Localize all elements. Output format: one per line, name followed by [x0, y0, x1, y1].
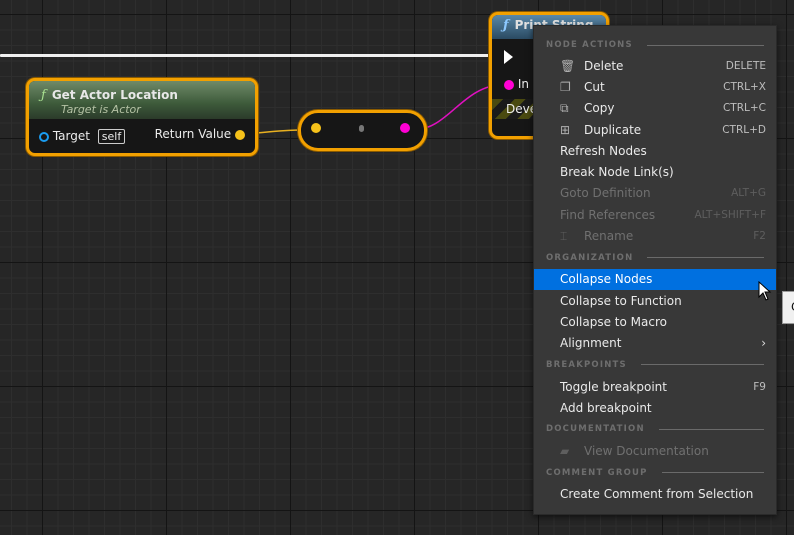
shortcut-label: CTRL+C	[722, 102, 766, 115]
menu-item-find-references[interactable]: Find References ALT+SHIFT+F	[534, 204, 776, 225]
shortcut-label: F9	[753, 380, 766, 393]
function-icon: ƒ	[41, 88, 46, 103]
menu-section-header: COMMENT GROUP	[534, 462, 776, 484]
menu-item-label: Toggle breakpoint	[560, 379, 667, 394]
divider	[640, 364, 764, 366]
vector-input-pin-icon[interactable]	[311, 123, 321, 133]
divider	[658, 428, 764, 430]
menu-item-label: Find References	[560, 207, 656, 222]
section-title: NODE ACTIONS	[546, 40, 633, 50]
menu-item-label: Duplicate	[584, 122, 642, 137]
object-pin-icon[interactable]	[39, 131, 49, 142]
menu-item-refresh-nodes[interactable]: Refresh Nodes	[534, 140, 776, 161]
cut-icon: ❐	[560, 79, 571, 94]
menu-item-label: Collapse Nodes	[560, 272, 653, 287]
section-title: ORGANIZATION	[546, 252, 634, 263]
conversion-dot-icon	[359, 125, 364, 132]
section-title: BREAKPOINTS	[546, 359, 627, 370]
menu-item-collapse-to-function[interactable]: Collapse to Function	[534, 290, 776, 311]
menu-section-header: DOCUMENTATION	[534, 418, 776, 440]
menu-item-collapse-nodes[interactable]: Collapse Nodes	[534, 268, 776, 290]
vector-pin-icon[interactable]	[235, 129, 245, 140]
menu-item-view-documentation[interactable]: ▰ View Documentation	[534, 440, 776, 461]
tooltip: C	[782, 291, 794, 324]
divider	[646, 44, 764, 46]
target-default-field[interactable]: self	[97, 129, 126, 144]
return-pin-row: Return Value	[155, 127, 245, 141]
menu-item-label: Delete	[584, 58, 624, 73]
menu-item-label: Add breakpoint	[560, 400, 652, 415]
copy-icon: ⧉	[560, 100, 569, 115]
function-icon: ƒ	[503, 18, 509, 33]
menu-item-label: Create Comment from Selection	[560, 487, 754, 502]
target-pin-row: Target self	[39, 129, 126, 144]
duplicate-icon: ⊞	[560, 122, 571, 137]
menu-item-label: Cut	[584, 79, 605, 94]
menu-item-label: Refresh Nodes	[560, 143, 647, 158]
string-pin-icon[interactable]	[504, 79, 514, 90]
menu-item-goto-definition[interactable]: Goto Definition ALT+G	[534, 183, 776, 204]
section-title: DOCUMENTATION	[546, 424, 645, 435]
menu-item-toggle-breakpoint[interactable]: Toggle breakpoint F9	[534, 376, 776, 397]
menu-item-delete[interactable]: 🗑 Delete DELETE	[534, 55, 776, 76]
shortcut-label: ALT+SHIFT+F	[694, 208, 766, 221]
menu-item-label: Alignment	[560, 336, 622, 351]
chevron-right-icon: ›	[761, 336, 766, 351]
shortcut-label: CTRL+D	[722, 123, 766, 136]
node-title: Get Actor Location	[51, 88, 178, 102]
menu-item-label: Copy	[584, 101, 615, 116]
shortcut-label: DELETE	[725, 59, 766, 72]
context-menu: NODE ACTIONS 🗑 Delete DELETE ❐ Cut CTRL+X ⧉ Copy…	[533, 25, 777, 515]
menu-item-rename[interactable]: ⌶ Rename F2	[534, 225, 776, 246]
menu-item-label: Rename	[584, 229, 634, 244]
divider	[647, 257, 764, 259]
shortcut-label: ALT+G	[731, 187, 766, 200]
rename-icon: ⌶	[560, 228, 568, 243]
menu-item-add-breakpoint[interactable]: Add breakpoint	[534, 397, 776, 418]
shortcut-label: F2	[753, 230, 766, 243]
exec-pin-icon[interactable]	[504, 50, 513, 64]
menu-item-label: Goto Definition	[560, 186, 651, 201]
shortcut-label: CTRL+X	[723, 80, 766, 93]
menu-item-create-comment-from-selection[interactable]: Create Comment from Selection	[534, 484, 776, 505]
get-actor-location-node[interactable]: ƒ Get Actor Location Target is Actor Targ…	[26, 78, 258, 156]
node-subtitle: Target is Actor	[61, 103, 141, 116]
trash-icon: 🗑	[560, 58, 576, 73]
menu-item-label: View Documentation	[584, 444, 709, 459]
menu-item-cut[interactable]: ❐ Cut CTRL+X	[534, 76, 776, 97]
menu-item-collapse-to-macro[interactable]: Collapse to Macro	[534, 311, 776, 332]
menu-item-break-node-link-s[interactable]: Break Node Link(s)	[534, 161, 776, 182]
menu-item-alignment[interactable]: Alignment ›	[534, 333, 776, 354]
mouse-cursor-icon	[758, 281, 772, 301]
book-icon: ▰	[560, 444, 570, 459]
menu-item-copy[interactable]: ⧉ Copy CTRL+C	[534, 98, 776, 119]
conversion-node[interactable]	[298, 110, 427, 151]
target-label: Target	[52, 129, 90, 143]
menu-item-duplicate[interactable]: ⊞ Duplicate CTRL+D	[534, 119, 776, 140]
menu-section-header: BREAKPOINTS	[534, 354, 776, 376]
menu-item-label: Collapse to Macro	[560, 314, 667, 329]
menu-item-label: Collapse to Function	[560, 293, 682, 308]
string-output-pin-icon[interactable]	[400, 123, 410, 133]
menu-section-header: NODE ACTIONS	[534, 35, 776, 55]
node-header: ƒ Get Actor Location Target is Actor	[29, 81, 255, 119]
return-value-label: Return Value	[154, 127, 232, 141]
menu-item-label: Break Node Link(s)	[560, 165, 674, 180]
divider	[661, 472, 764, 474]
menu-section-header: ORGANIZATION	[534, 247, 776, 269]
section-title: COMMENT GROUP	[546, 467, 648, 478]
